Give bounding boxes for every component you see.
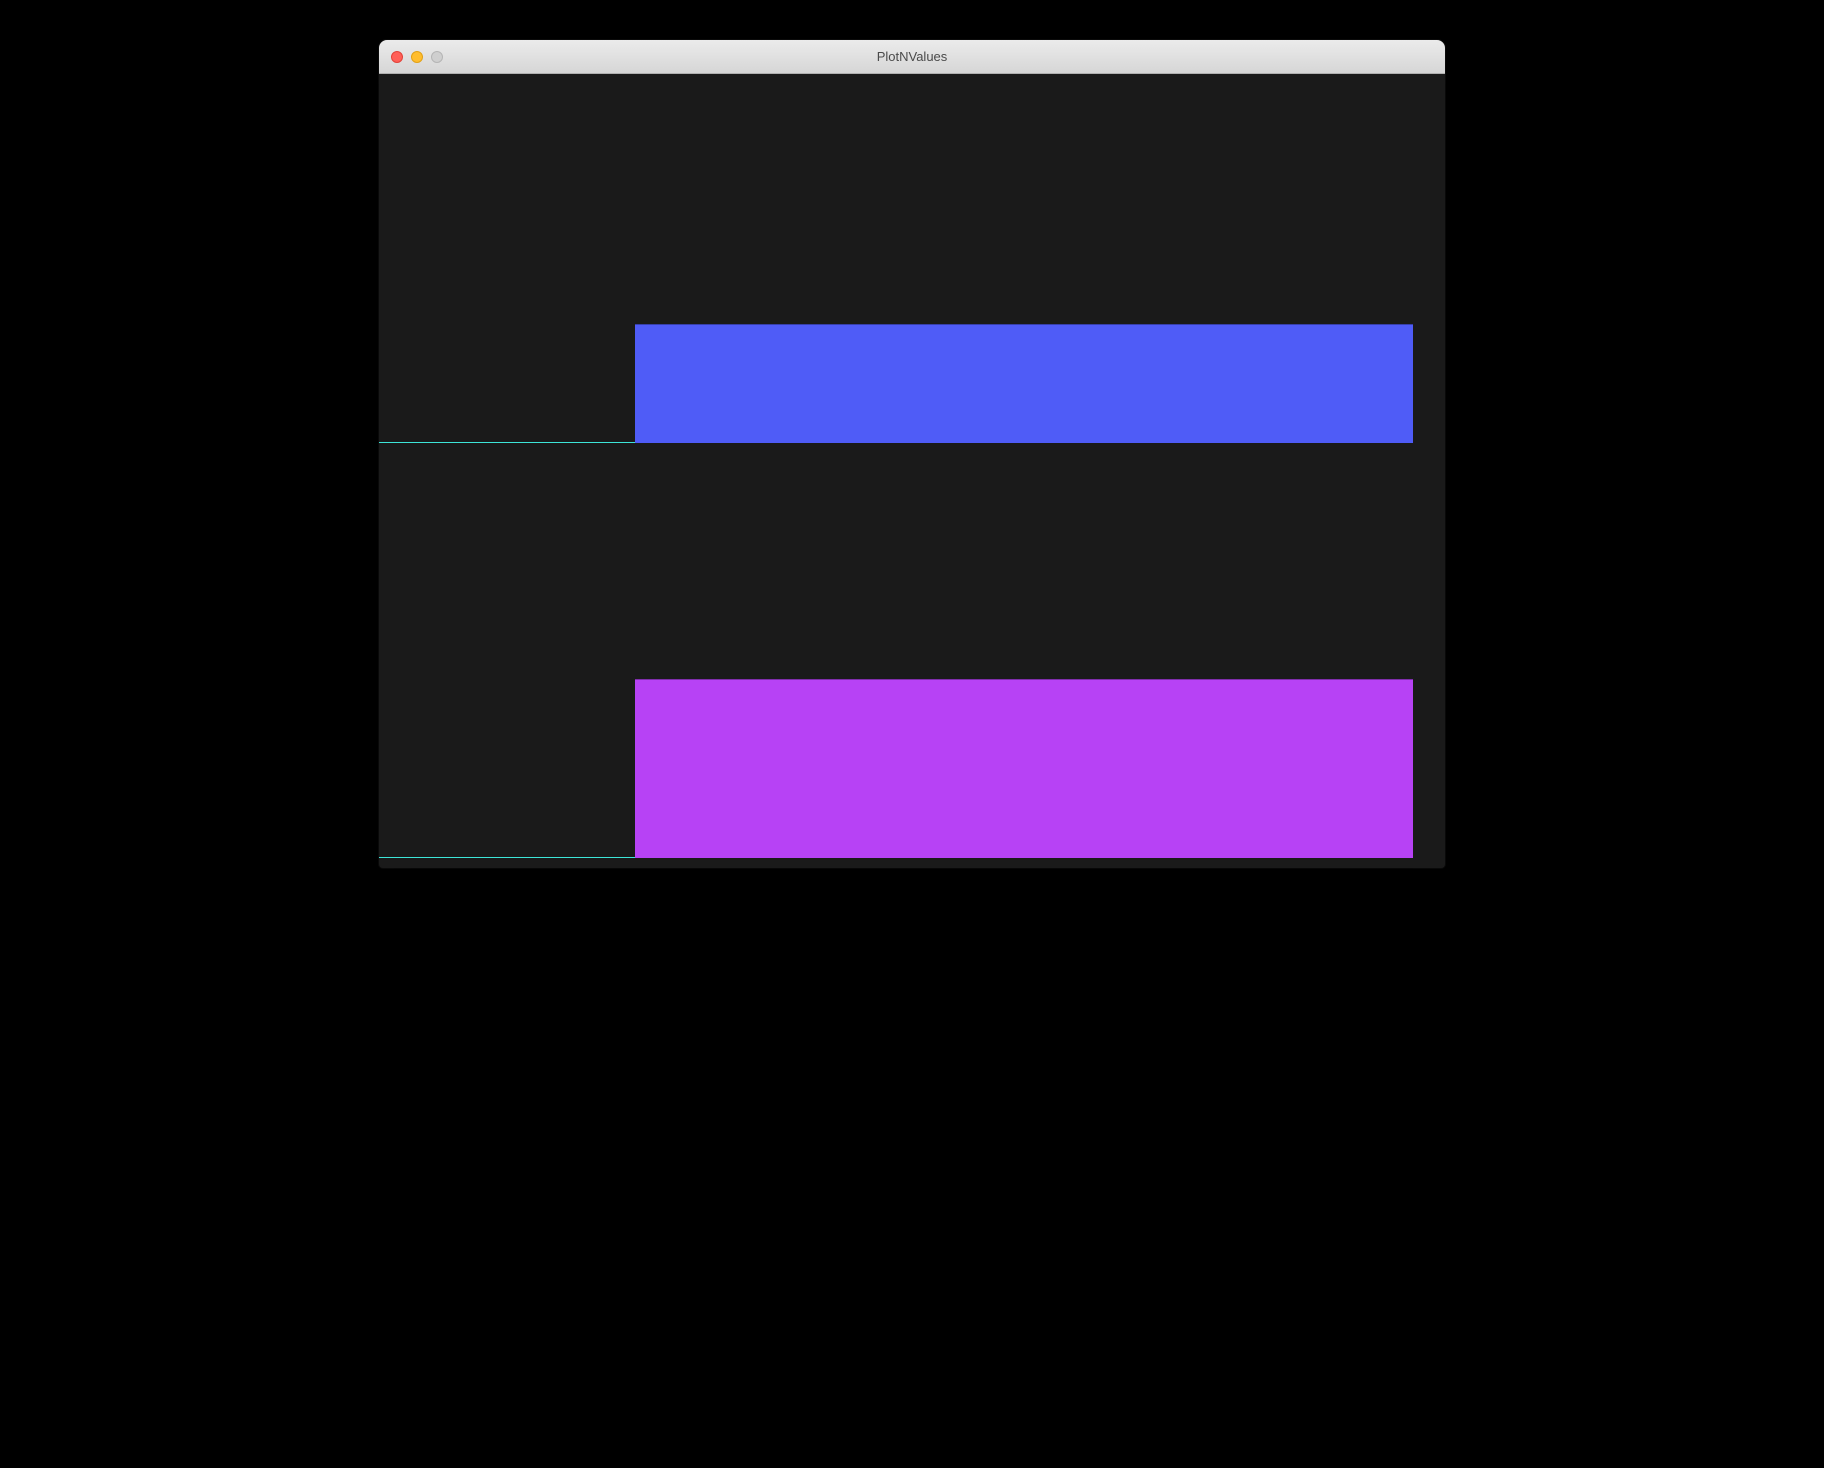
minimize-icon[interactable]: [411, 51, 423, 63]
maximize-icon[interactable]: [431, 51, 443, 63]
plot-baseline-1: [379, 442, 635, 443]
window-titlebar[interactable]: PlotNValues: [379, 40, 1445, 74]
app-window: PlotNValues: [379, 40, 1445, 868]
close-icon[interactable]: [391, 51, 403, 63]
plot-lane-1: [379, 74, 1445, 471]
plot-lane-2: [379, 471, 1445, 868]
plot-canvas: [379, 74, 1445, 868]
plot-bar-1: [635, 324, 1413, 443]
window-title: PlotNValues: [379, 49, 1445, 64]
plot-bar-2: [635, 679, 1413, 858]
plot-baseline-2: [379, 857, 635, 858]
window-controls: [379, 51, 443, 63]
